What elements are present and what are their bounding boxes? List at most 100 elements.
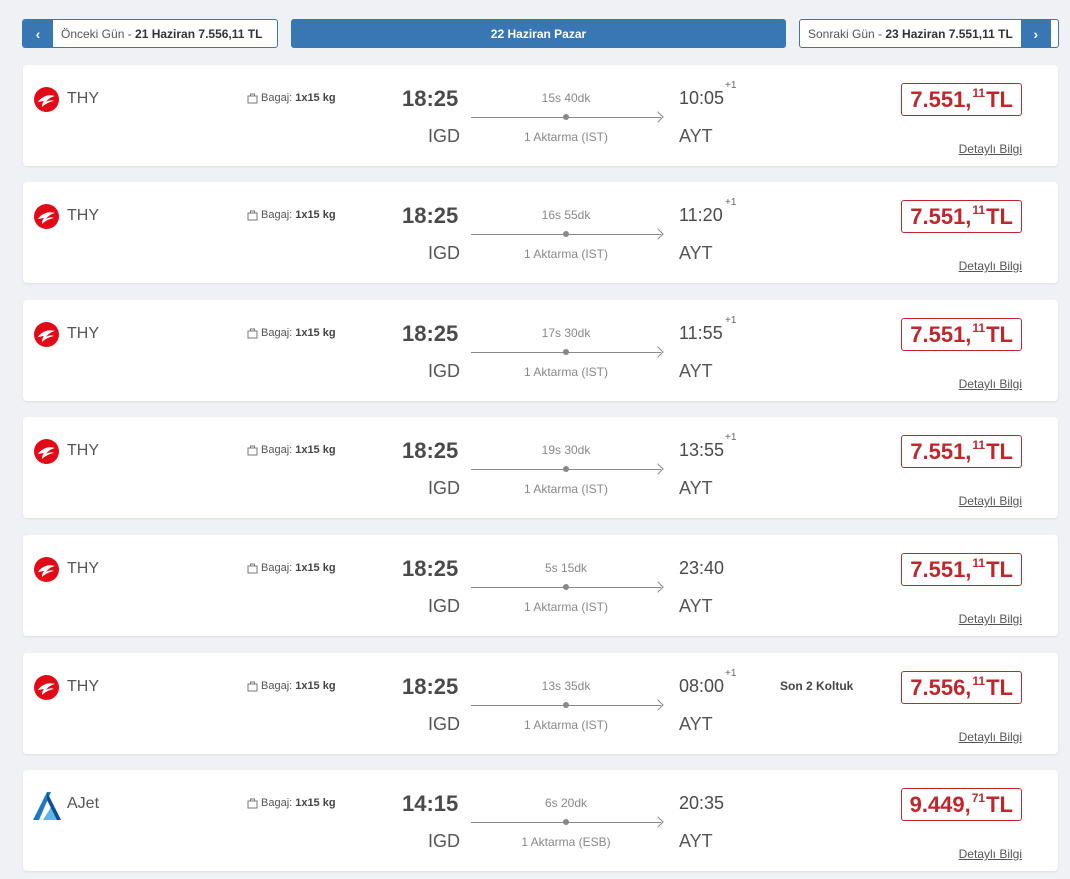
next-day-indicator: +1 — [725, 668, 737, 679]
flight-card[interactable]: AJet Bagaj: 1x15 kg 14:15 IGD 6s 20dk 1 … — [23, 770, 1058, 871]
baggage-icon — [247, 210, 258, 220]
details-link[interactable]: Detaylı Bilgi — [959, 377, 1022, 391]
departure-time: 18:25 — [402, 556, 459, 581]
baggage-icon — [247, 798, 258, 808]
flight-duration: 19s 30dk — [541, 443, 591, 457]
price-main: 7.556, — [910, 674, 972, 700]
arrival-time: 11:55 — [679, 323, 723, 343]
departure-airport: IGD — [428, 478, 461, 498]
date-navigation: ‹ Önceki Gün - 21 Haziran 7.556,11 TL 22… — [22, 19, 1059, 48]
next-day-button[interactable]: Sonraki Gün - 23 Haziran 7.551,11 TL › — [799, 19, 1059, 48]
transfer-info: 1 Aktarma (IST) — [523, 482, 609, 496]
arrival-airport: AYT — [679, 596, 713, 616]
airline-name: THY — [67, 207, 99, 224]
price-main: 9.449, — [909, 791, 971, 817]
price-main: 7.551, — [910, 86, 972, 112]
price-main: 7.551, — [910, 321, 972, 347]
baggage-allowance: 1x15 kg — [295, 680, 336, 692]
flight-duration: 6s 20dk — [544, 796, 588, 810]
baggage-allowance: 1x15 kg — [295, 209, 336, 221]
flight-duration: 16s 55dk — [541, 208, 591, 222]
departure-airport: IGD — [428, 361, 461, 381]
baggage-label: Bagaj: — [261, 327, 293, 339]
price-button[interactable]: 7.551, 11 TL — [901, 553, 1022, 586]
route-arrow-icon — [471, 228, 664, 240]
flight-card[interactable]: THY Bagaj: 1x15 kg 18:25 IGD 13s 35dk 1 … — [23, 653, 1058, 754]
price-currency: TL — [986, 556, 1013, 582]
arrival-airport: AYT — [679, 243, 713, 263]
baggage-label: Bagaj: — [261, 562, 293, 574]
baggage-icon — [247, 563, 258, 573]
next-day-indicator: +1 — [725, 315, 737, 326]
transfer-info: 1 Aktarma (IST) — [523, 600, 609, 614]
baggage-info: Bagaj: 1x15 kg — [247, 92, 336, 104]
details-link[interactable]: Detaylı Bilgi — [959, 259, 1022, 273]
baggage-label: Bagaj: — [261, 444, 293, 456]
flight-duration: 5s 15dk — [544, 561, 588, 575]
price-button[interactable]: 7.551, 11 TL — [901, 83, 1022, 116]
departure-airport: IGD — [428, 126, 461, 146]
baggage-info: Bagaj: 1x15 kg — [247, 209, 336, 221]
price-currency: TL — [986, 674, 1013, 700]
baggage-info: Bagaj: 1x15 kg — [247, 797, 336, 809]
arrival-airport: AYT — [679, 831, 713, 851]
chevron-left-icon: ‹ — [23, 20, 53, 47]
price-currency: TL — [986, 791, 1013, 817]
arrival-airport: AYT — [679, 361, 713, 381]
price-button[interactable]: 7.551, 11 TL — [901, 200, 1022, 233]
previous-day-button[interactable]: ‹ Önceki Gün - 21 Haziran 7.556,11 TL — [22, 19, 278, 48]
flight-card[interactable]: THY Bagaj: 1x15 kg 18:25 IGD 19s 30dk 1 … — [23, 417, 1058, 518]
baggage-label: Bagaj: — [261, 680, 293, 692]
arrival-time: 13:55 — [679, 440, 725, 460]
airline-name: THY — [67, 325, 99, 342]
price-main: 7.551, — [910, 203, 972, 229]
flight-card[interactable]: THY Bagaj: 1x15 kg 18:25 IGD 5s 15dk 1 A… — [23, 535, 1058, 636]
arrival-time: 20:35 — [679, 793, 725, 813]
seats-left: Son 2 Koltuk — [780, 679, 854, 693]
arrival-airport: AYT — [679, 478, 713, 498]
baggage-allowance: 1x15 kg — [295, 92, 336, 104]
price-button[interactable]: 7.551, 11 TL — [901, 435, 1022, 468]
flight-card[interactable]: THY Bagaj: 1x15 kg 18:25 IGD 17s 30dk 1 … — [23, 300, 1058, 401]
details-link[interactable]: Detaylı Bilgi — [959, 612, 1022, 626]
flight-card[interactable]: THY Bagaj: 1x15 kg 18:25 IGD 15s 40dk 1 … — [23, 65, 1058, 166]
current-day-button[interactable]: 22 Haziran Pazar — [291, 19, 786, 48]
arrival-airport: AYT — [679, 714, 713, 734]
transfer-info: 1 Aktarma (IST) — [523, 718, 609, 732]
details-link[interactable]: Detaylı Bilgi — [959, 494, 1022, 508]
departure-time: 18:25 — [402, 86, 459, 111]
baggage-info: Bagaj: 1x15 kg — [247, 562, 336, 574]
flight-card[interactable]: THY Bagaj: 1x15 kg 18:25 IGD 16s 55dk 1 … — [23, 182, 1058, 283]
departure-airport: IGD — [428, 243, 461, 263]
next-day-indicator: +1 — [725, 80, 737, 91]
details-link[interactable]: Detaylı Bilgi — [959, 142, 1022, 156]
price-button[interactable]: 7.551, 11 TL — [901, 318, 1022, 351]
price-currency: TL — [986, 203, 1013, 229]
transfer-info: 1 Aktarma (IST) — [523, 247, 609, 261]
price-button[interactable]: 9.449, 71 TL — [900, 788, 1022, 821]
transfer-info: 1 Aktarma (IST) — [523, 365, 609, 379]
next-day-indicator: +1 — [725, 432, 737, 443]
thy-logo-icon — [34, 322, 59, 347]
airline-name: THY — [67, 560, 99, 577]
flight-duration: 15s 40dk — [541, 91, 591, 105]
departure-airport: IGD — [428, 714, 461, 734]
price-main: 7.551, — [910, 556, 972, 582]
price-cents: 11 — [972, 85, 986, 100]
route-arrow-icon — [471, 699, 664, 711]
baggage-icon — [247, 328, 258, 338]
baggage-icon — [247, 445, 258, 455]
arrival-time: 10:05 — [679, 88, 725, 108]
details-link[interactable]: Detaylı Bilgi — [959, 730, 1022, 744]
airline-name: THY — [67, 90, 99, 107]
chevron-right-icon: › — [1020, 20, 1051, 47]
departure-time: 18:25 — [402, 438, 459, 463]
price-button[interactable]: 7.556, 11 TL — [901, 671, 1022, 704]
departure-airport: IGD — [428, 596, 461, 616]
previous-day-label: Önceki Gün - — [61, 26, 136, 41]
baggage-info: Bagaj: 1x15 kg — [247, 327, 336, 339]
thy-logo-icon — [34, 87, 59, 112]
departure-airport: IGD — [428, 831, 461, 851]
details-link[interactable]: Detaylı Bilgi — [959, 847, 1022, 861]
airline-name: AJet — [67, 795, 100, 812]
